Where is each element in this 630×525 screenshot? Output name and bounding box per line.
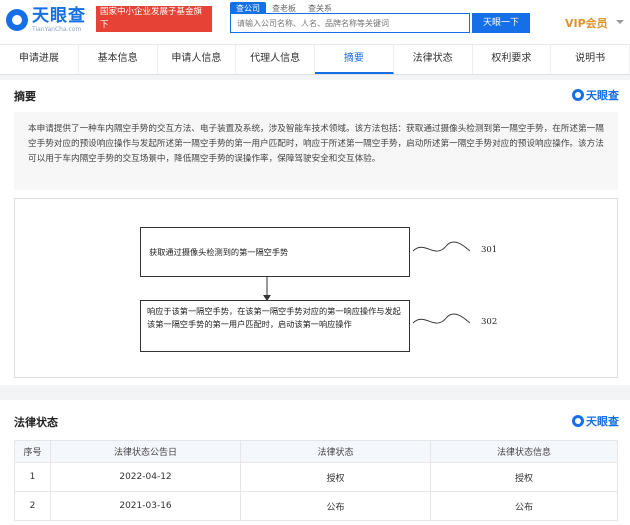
column-header-info: 法律状态信息 xyxy=(430,440,618,463)
vip-member-link[interactable]: VIP会员 xyxy=(565,15,608,31)
logo-name: 天眼查 xyxy=(32,5,86,26)
table-header-row: 序号 法律状态公告日 法律状态 法律状态信息 xyxy=(14,440,618,463)
tab-basic-info[interactable]: 基本信息 xyxy=(79,45,158,74)
table-row: 1 2022-04-12 授权 授权 xyxy=(14,462,618,492)
brand-name: 天眼查 xyxy=(586,89,619,102)
flow-step-302: 响应于该第一隔空手势，在该第一隔空手势对应的第一响应操作与发起该第一隔空手势的第… xyxy=(140,300,410,352)
row-date: 2022-04-12 xyxy=(50,462,241,492)
tab-abstract[interactable]: 摘要 xyxy=(315,45,394,74)
legal-status-table: 序号 法律状态公告日 法律状态 法律状态信息 1 2022-04-12 授权 授… xyxy=(14,440,618,521)
row-date: 2021-03-16 xyxy=(50,491,241,521)
brand-name: 天眼查 xyxy=(586,415,619,428)
slogan-badge: 国家中小企业发展子基金旗下 官方备案企业征信机构 xyxy=(96,6,212,43)
site-logo[interactable]: 天眼查 TianYanCha.com xyxy=(6,5,86,35)
tab-applicant[interactable]: 申请人信息 xyxy=(158,45,237,74)
flow-step-number-301: 301 xyxy=(481,245,498,255)
tab-description[interactable]: 说明书 xyxy=(551,45,630,74)
brand-watermark-legal: 天眼查 xyxy=(572,413,619,429)
row-info: 公布 xyxy=(430,491,618,521)
tab-progress[interactable]: 申请进展 xyxy=(0,45,79,74)
abstract-figure[interactable]: 获取通过摄像头检测到的第一隔空手势 301 响应于该第一隔空手势，在该第一隔空手… xyxy=(14,198,618,378)
brand-eye-icon xyxy=(572,89,584,101)
search-box xyxy=(230,13,471,33)
logo-sub: TianYanCha.com xyxy=(32,25,82,33)
row-info: 授权 xyxy=(430,462,618,492)
legal-status-title: 法律状态 xyxy=(14,416,58,429)
patent-tabs: 申请进展 基本信息 申请人信息 代理人信息 摘要 法律状态 权利要求 说明书 xyxy=(0,45,630,75)
abstract-section: 摘要 天眼查 本申请提供了一种车内隔空手势的交互方法、电子装置及系统，涉及智能车… xyxy=(0,80,630,385)
tab-legal-status[interactable]: 法律状态 xyxy=(394,45,473,74)
row-index: 2 xyxy=(14,491,51,521)
chevron-down-icon[interactable] xyxy=(616,20,624,24)
search-button[interactable]: 天眼一下 xyxy=(472,13,530,33)
tab-agent[interactable]: 代理人信息 xyxy=(236,45,315,74)
column-header-status: 法律状态 xyxy=(240,440,431,463)
table-row: 2 2021-03-16 公布 公布 xyxy=(14,491,618,521)
column-header-index: 序号 xyxy=(14,440,51,463)
tab-claims[interactable]: 权利要求 xyxy=(473,45,552,74)
search-input[interactable] xyxy=(231,14,471,32)
row-status: 授权 xyxy=(240,462,431,492)
page: 天眼查 TianYanCha.com 国家中小企业发展子基金旗下 官方备案企业征… xyxy=(0,0,630,525)
top-header: 天眼查 TianYanCha.com 国家中小企业发展子基金旗下 官方备案企业征… xyxy=(0,0,630,45)
column-header-date: 法律状态公告日 xyxy=(50,440,241,463)
slogan-line2: 官方备案企业征信机构 xyxy=(100,33,186,43)
brand-watermark: 天眼查 xyxy=(572,87,619,103)
legal-status-section: 法律状态 天眼查 序号 法律状态公告日 法律状态 法律状态信息 1 2022-0… xyxy=(0,400,630,525)
flow-connectors xyxy=(263,241,471,324)
abstract-title: 摘要 xyxy=(14,90,36,103)
flow-step-number-302: 302 xyxy=(481,317,498,327)
slogan-line1: 国家中小企业发展子基金旗下 xyxy=(100,7,203,30)
brand-eye-icon xyxy=(572,415,584,427)
row-index: 1 xyxy=(14,462,51,492)
logo-eye-icon xyxy=(6,9,28,31)
abstract-text: 本申请提供了一种车内隔空手势的交互方法、电子装置及系统，涉及智能车技术领域。该方… xyxy=(14,112,618,190)
row-status: 公布 xyxy=(240,491,431,521)
